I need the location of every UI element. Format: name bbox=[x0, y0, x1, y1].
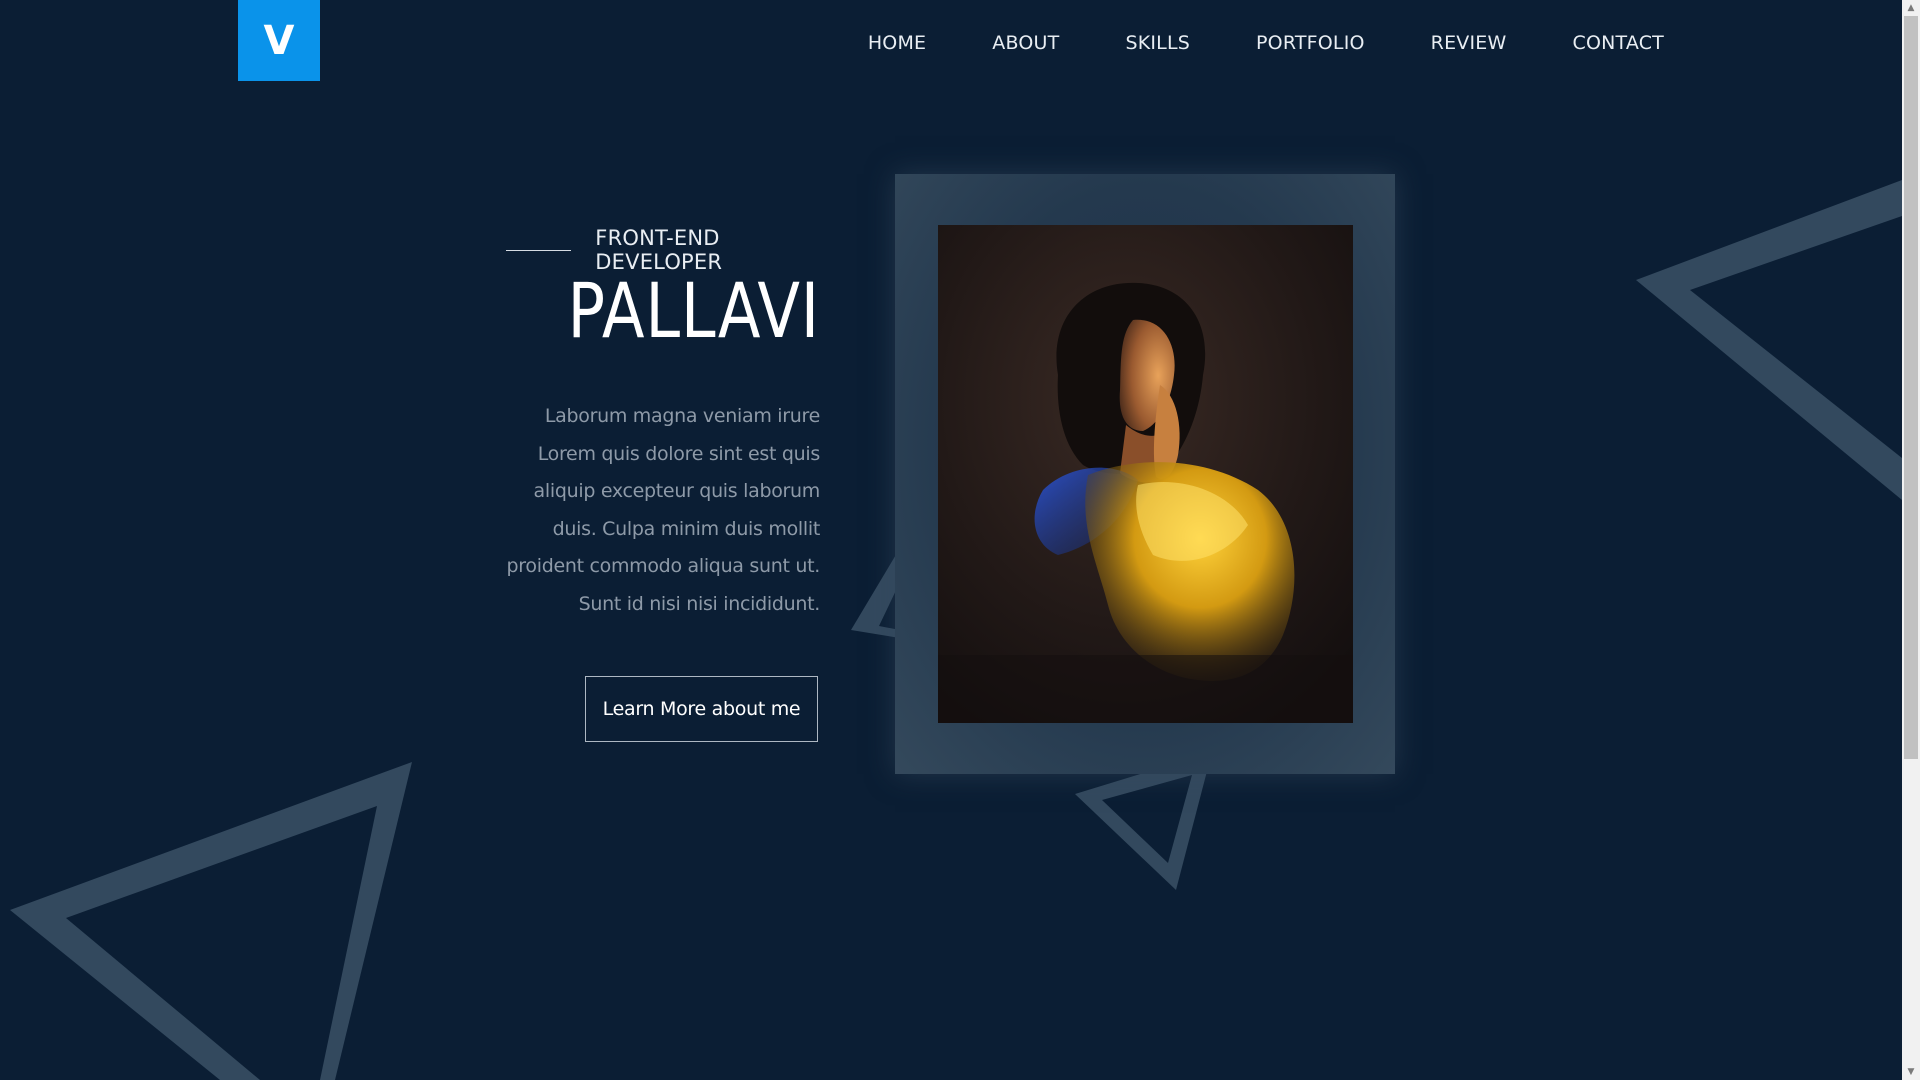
subtitle-divider-line bbox=[506, 249, 572, 251]
portrait-illustration bbox=[938, 225, 1353, 723]
main-nav: HOME ABOUT SKILLS PORTFOLIO REVIEW CONTA… bbox=[802, 26, 1664, 60]
nav-item-contact[interactable]: CONTACT bbox=[1572, 26, 1664, 60]
logo-letter: V bbox=[263, 17, 295, 64]
scrollbar-thumb[interactable] bbox=[1904, 16, 1918, 759]
portrait-photo bbox=[938, 225, 1353, 723]
learn-more-button[interactable]: Learn More about me bbox=[585, 676, 818, 742]
nav-item-skills[interactable]: SKILLS bbox=[1125, 26, 1190, 60]
viewport: V HOME ABOUT SKILLS PORTFOLIO REVIEW CON… bbox=[0, 0, 1902, 1080]
nav-item-home[interactable]: HOME bbox=[868, 26, 926, 60]
nav-item-review[interactable]: REVIEW bbox=[1431, 26, 1507, 60]
hero-name: PALLAVI bbox=[567, 266, 820, 355]
nav-item-portfolio[interactable]: PORTFOLIO bbox=[1256, 26, 1365, 60]
hero-description: Laborum magna veniam irure Lorem quis do… bbox=[506, 405, 821, 615]
page: V HOME ABOUT SKILLS PORTFOLIO REVIEW CON… bbox=[0, 0, 1920, 1080]
logo[interactable]: V bbox=[238, 0, 320, 81]
vertical-scrollbar[interactable]: ▲ ▼ bbox=[1902, 0, 1920, 1080]
nav-item-about[interactable]: ABOUT bbox=[992, 26, 1059, 60]
portrait-frame bbox=[895, 174, 1395, 774]
triangle-down-icon[interactable]: ▼ bbox=[1902, 1064, 1920, 1080]
triangle-up-icon[interactable]: ▲ bbox=[1902, 0, 1920, 16]
